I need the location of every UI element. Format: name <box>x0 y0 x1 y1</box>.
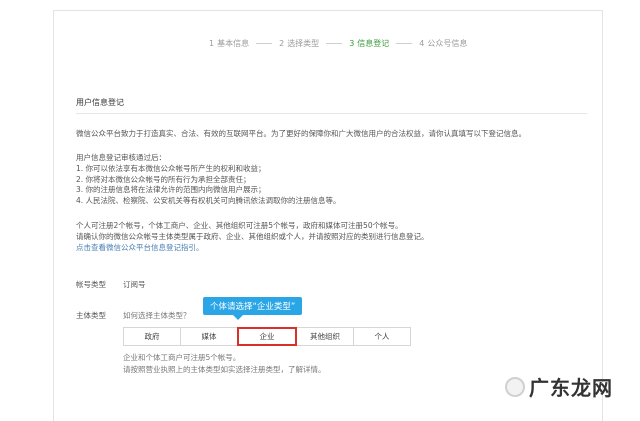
subject-type-label: 主体类型 <box>76 311 106 320</box>
step-label: 选择类型 <box>287 39 320 48</box>
step-connector <box>256 43 273 44</box>
step-label: 公众号信息 <box>427 39 468 48</box>
option-other-organization[interactable]: 其他组织 <box>296 327 354 346</box>
review-item: 3. 你的注册信息将在法律允许的范围内向微信用户展示； <box>76 185 266 195</box>
option-enterprise[interactable]: 企业 <box>237 327 297 346</box>
account-type-label: 帐号类型 <box>76 280 106 289</box>
hint-line: 请按照营业执照上的主体类型如实选择注册类型，了解详情。 <box>123 365 326 374</box>
subject-type-hint: 企业和个体工商户可注册5个帐号。 请按照营业执照上的主体类型如实选择注册类型，了… <box>123 352 326 376</box>
step-number: 1 <box>209 39 215 48</box>
account-type-value: 订阅号 <box>123 280 146 289</box>
watermark-text: 广东龙网 <box>529 376 613 400</box>
review-item: 4. 人民法院、检察院、公安机关等有权机关可向腾讯依法调取你的注册信息等。 <box>76 196 341 206</box>
watermark-logo-icon <box>505 376 525 397</box>
review-list: 用户信息登记审核通过后： 1. 你可以依法享有本微信公众帐号所产生的权利和收益；… <box>76 153 341 207</box>
step-basic-info: 1 基本信息 <box>209 38 249 49</box>
selection-tooltip: 个体请选择“企业类型” <box>203 297 303 320</box>
review-item: 2. 你将对本微信公众帐号的所有行为承担全部责任； <box>76 174 251 184</box>
review-item: 1. 你可以依法享有本微信公众帐号所产生的权利和收益； <box>76 163 266 173</box>
account-rules: 个人可注册2个帐号，个体工商户、企业、其他组织可注册5个帐号，政府和媒体可注册5… <box>76 221 429 253</box>
section-title: 用户信息登记 <box>76 98 124 107</box>
step-number: 3 <box>349 39 355 48</box>
rules-line: 个人可注册2个帐号，个体工商户、企业、其他组织可注册5个帐号，政府和媒体可注册5… <box>76 221 403 230</box>
step-label: 基本信息 <box>217 39 250 48</box>
subject-type-help-link[interactable]: 如何选择主体类型？ <box>123 310 191 321</box>
step-number: 2 <box>279 39 285 48</box>
guide-link[interactable]: 点击查看微信公众平台信息登记指引。 <box>76 243 429 254</box>
step-account-info: 4 公众号信息 <box>419 38 467 49</box>
step-number: 4 <box>419 39 425 48</box>
option-individual[interactable]: 个人 <box>353 327 411 346</box>
section-divider <box>76 113 587 114</box>
option-media[interactable]: 媒体 <box>180 327 238 346</box>
rules-line: 请确认你的微信公众帐号主体类型属于政府、企业、其他组织或个人，并请按照对应的类别… <box>76 231 429 241</box>
review-heading: 用户信息登记审核通过后： <box>76 153 166 162</box>
progress-steps: 1 基本信息 2 选择类型 3 信息登记 4 公众号信息 <box>209 38 467 49</box>
watermark: 广东龙网 <box>505 372 613 401</box>
option-government[interactable]: 政府 <box>123 327 181 346</box>
step-connector <box>396 43 413 44</box>
step-connector <box>326 43 343 44</box>
step-select-type: 2 选择类型 <box>279 38 319 49</box>
step-info-registration: 3 信息登记 <box>349 38 389 49</box>
subject-type-options: 政府 媒体 企业 其他组织 个人 <box>123 327 411 346</box>
intro-text: 微信公众平台致力于打造真实、合法、有效的互联网平台。为了更好的保障你和广大微信用… <box>76 129 526 138</box>
step-label: 信息登记 <box>357 39 390 48</box>
hint-line: 企业和个体工商户可注册5个帐号。 <box>123 353 241 362</box>
